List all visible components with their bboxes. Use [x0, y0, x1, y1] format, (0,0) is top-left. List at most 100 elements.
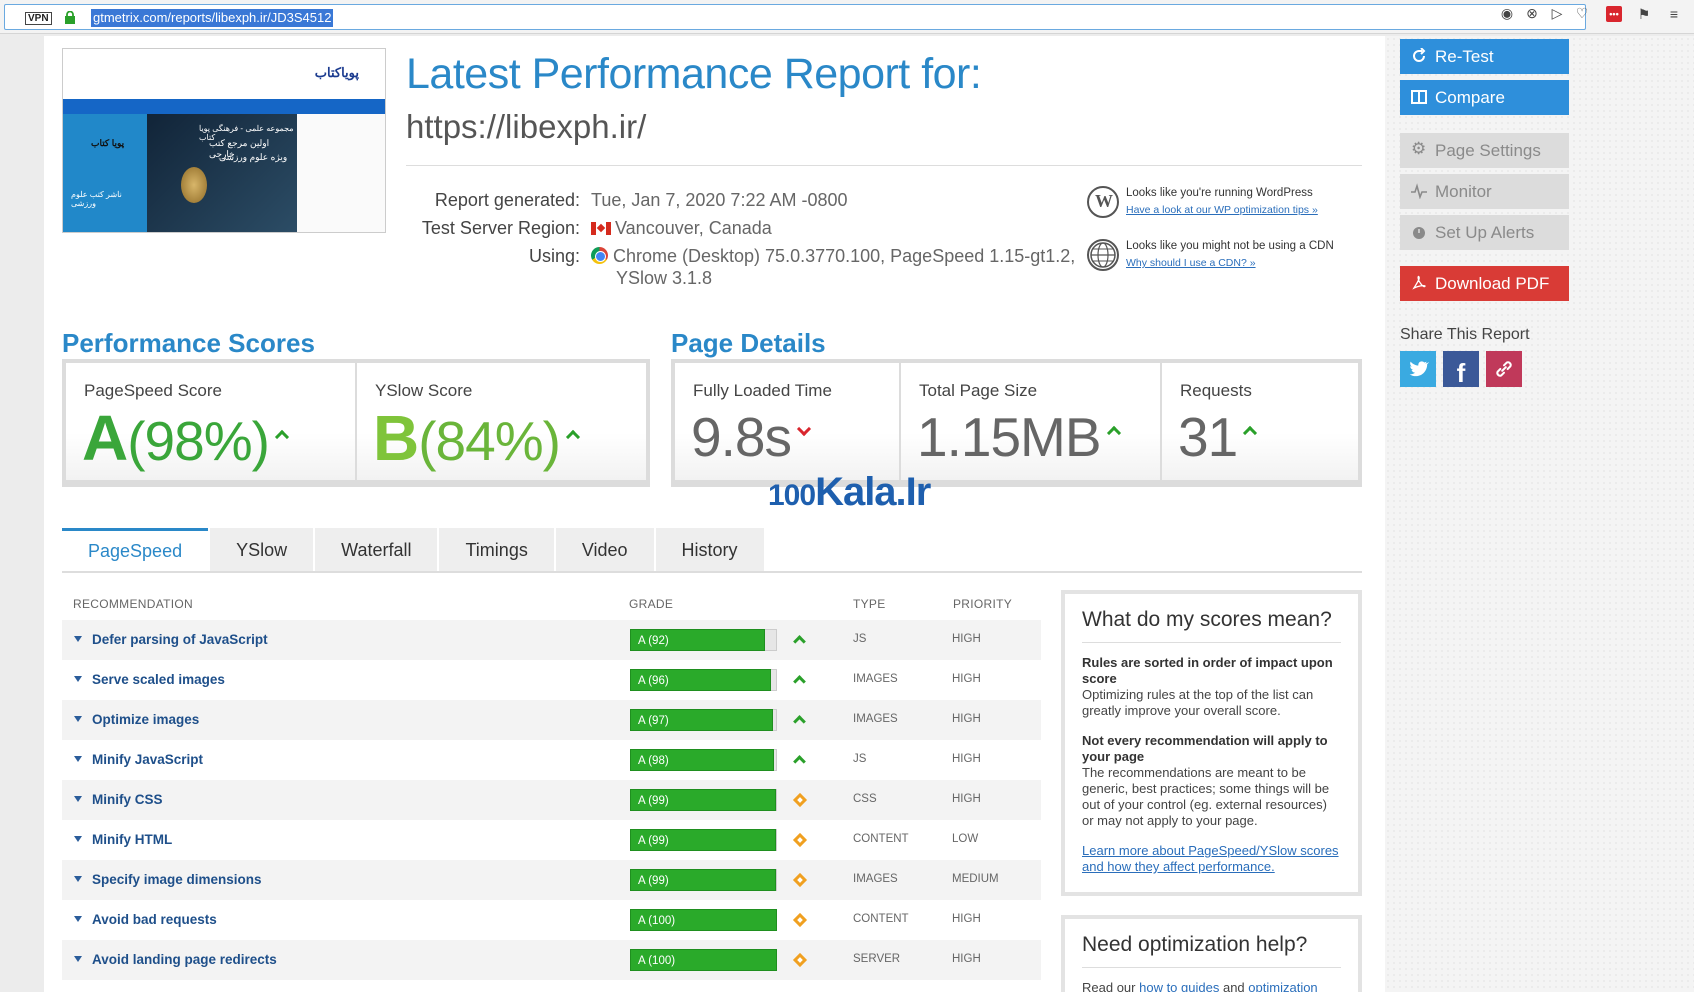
grade-bar: A (100): [630, 909, 777, 931]
trend-up-icon: [1106, 425, 1121, 441]
report-url[interactable]: https://libexph.ir/: [406, 108, 646, 146]
lock-icon: [65, 11, 75, 24]
recommendation-type: IMAGES: [853, 713, 898, 725]
send-icon[interactable]: ▷: [1549, 5, 1565, 21]
optimization-help-text: Read our how to guides and optimization: [1082, 980, 1341, 992]
recommendation-type: IMAGES: [853, 673, 898, 685]
scores-info-text-2: The recommendations are meant to be gene…: [1082, 765, 1330, 828]
recommendation-name[interactable]: Minify CSS: [92, 792, 163, 807]
cdn-tip-link[interactable]: Why should I use a CDN? »: [1126, 257, 1256, 269]
tab-yslow[interactable]: YSlow: [210, 528, 314, 572]
table-row[interactable]: Avoid bad requests A (100) CONTENT HIGH: [62, 900, 1041, 940]
recommendation-type: CONTENT: [853, 833, 909, 845]
scores-info-box: What do my scores mean? Rules are sorted…: [1061, 590, 1362, 896]
no-change-icon: [792, 912, 808, 928]
trend-up-icon: [793, 755, 806, 768]
yslow-score-value: B(84%): [373, 401, 581, 475]
extension-icon[interactable]: •••: [1606, 6, 1622, 22]
set-up-alerts-button[interactable]: Set Up Alerts: [1400, 215, 1569, 250]
heart-icon[interactable]: ♡: [1574, 5, 1590, 21]
col-priority: PRIORITY: [953, 597, 1013, 611]
recommendation-name[interactable]: Avoid bad requests: [92, 912, 217, 927]
table-row[interactable]: Specify image dimensions A (99) IMAGES MEDI…: [62, 860, 1041, 900]
monitor-button[interactable]: Monitor: [1400, 174, 1569, 209]
recommendation-priority: HIGH: [952, 713, 981, 725]
recommendation-priority: HIGH: [952, 913, 981, 925]
recommendation-name[interactable]: Specify image dimensions: [92, 872, 262, 887]
region-value: Vancouver, Canada: [591, 218, 772, 239]
menu-icon[interactable]: ≡: [1666, 6, 1682, 22]
pulse-icon: [1411, 183, 1427, 199]
no-change-icon: [792, 832, 808, 848]
table-row[interactable]: Minify CSS A (99) CSS HIGH: [62, 780, 1041, 820]
recommendation-type: CSS: [853, 793, 877, 805]
url-text[interactable]: gtmetrix.com/reports/libexph.ir/JD3S4512: [91, 9, 334, 27]
address-bar[interactable]: VPN gtmetrix.com/reports/libexph.ir/JD3S…: [4, 4, 1586, 30]
scores-info-heading-1: Rules are sorted in order of impact upon…: [1082, 655, 1333, 686]
expand-caret-icon[interactable]: [74, 636, 82, 642]
scores-info-heading-2: Not every recommendation will apply to y…: [1082, 733, 1328, 764]
flag-icon[interactable]: ⚑: [1636, 6, 1652, 22]
compare-button[interactable]: Compare: [1400, 80, 1569, 115]
recommendation-name[interactable]: Avoid landing page redirects: [92, 952, 277, 967]
expand-caret-icon[interactable]: [74, 916, 82, 922]
table-row[interactable]: Avoid landing page redirects A (100) SERVE…: [62, 940, 1041, 980]
how-to-guides-link[interactable]: how to guides: [1139, 980, 1219, 992]
recommendation-name[interactable]: Serve scaled images: [92, 672, 225, 687]
trend-up-icon: [565, 429, 581, 445]
yslow-score-cell: YSlow Score B(84%): [357, 363, 646, 480]
fully-loaded-value: 9.8s: [691, 405, 812, 469]
page-details-title: Page Details: [671, 328, 826, 358]
table-row[interactable]: Defer parsing of JavaScript A (92) JS HIGH: [62, 620, 1041, 660]
vpn-badge[interactable]: VPN: [25, 12, 52, 25]
expand-caret-icon[interactable]: [74, 876, 82, 882]
wordpress-tip-text: Looks like you're running WordPress: [1126, 187, 1313, 199]
grade-bar: A (98): [630, 749, 774, 771]
tab-pagespeed[interactable]: PageSpeed: [62, 528, 209, 572]
retest-button[interactable]: Re-Test: [1400, 39, 1569, 74]
table-row[interactable]: Optimize images A (97) IMAGES HIGH: [62, 700, 1041, 740]
page-size-label: Total Page Size: [919, 381, 1038, 400]
report-title: Latest Performance Report for:: [406, 50, 982, 98]
scores-learn-more-link[interactable]: Learn more about PageSpeed/YSlow scores …: [1082, 843, 1341, 875]
scores-info-title: What do my scores mean?: [1082, 608, 1341, 643]
download-pdf-button[interactable]: Download PDF: [1400, 266, 1569, 301]
recommendation-name[interactable]: Optimize images: [92, 712, 199, 727]
recommendation-priority: HIGH: [952, 793, 981, 805]
page-size-cell: Total Page Size 1.15MB: [901, 363, 1160, 480]
tab-waterfall[interactable]: Waterfall: [315, 528, 438, 572]
expand-caret-icon[interactable]: [74, 756, 82, 762]
table-row[interactable]: Serve scaled images A (96) IMAGES HIGH: [62, 660, 1041, 700]
requests-cell: Requests 31: [1162, 363, 1358, 480]
expand-caret-icon[interactable]: [74, 836, 82, 842]
performance-scores-title: Performance Scores: [62, 328, 315, 358]
tab-history[interactable]: History: [655, 528, 764, 572]
divider: [406, 165, 1362, 166]
share-report-title: Share This Report: [1400, 326, 1530, 343]
page-settings-button[interactable]: ⚙ Page Settings: [1400, 133, 1569, 168]
table-row[interactable]: Minify HTML A (99) CONTENT LOW: [62, 820, 1041, 860]
recommendation-name[interactable]: Defer parsing of JavaScript: [92, 632, 268, 647]
grade-bar: A (92): [630, 629, 765, 651]
expand-caret-icon[interactable]: [74, 676, 82, 682]
canada-flag-icon: [591, 222, 611, 235]
camera-icon[interactable]: ◉: [1499, 5, 1515, 21]
expand-caret-icon[interactable]: [74, 956, 82, 962]
copy-link-button[interactable]: [1486, 351, 1522, 387]
tab-video[interactable]: Video: [555, 528, 654, 572]
recommendation-name[interactable]: Minify HTML: [92, 832, 172, 847]
block-icon[interactable]: ⊗: [1524, 5, 1540, 21]
alarm-icon: [1413, 227, 1425, 239]
recommendation-type: JS: [853, 633, 867, 645]
wordpress-tip-link[interactable]: Have a look at our WP optimization tips …: [1126, 204, 1318, 216]
expand-caret-icon[interactable]: [74, 796, 82, 802]
expand-caret-icon[interactable]: [74, 716, 82, 722]
twitter-share-button[interactable]: [1400, 351, 1436, 387]
optimization-link[interactable]: optimization: [1248, 980, 1317, 992]
browser-toolbar: VPN gtmetrix.com/reports/libexph.ir/JD3S…: [0, 0, 1694, 34]
recommendation-name[interactable]: Minify JavaScript: [92, 752, 203, 767]
facebook-share-button[interactable]: f: [1443, 351, 1479, 388]
tab-timings[interactable]: Timings: [439, 528, 554, 572]
chrome-icon: [591, 247, 608, 264]
table-row[interactable]: Minify JavaScript A (98) JS HIGH: [62, 740, 1041, 780]
